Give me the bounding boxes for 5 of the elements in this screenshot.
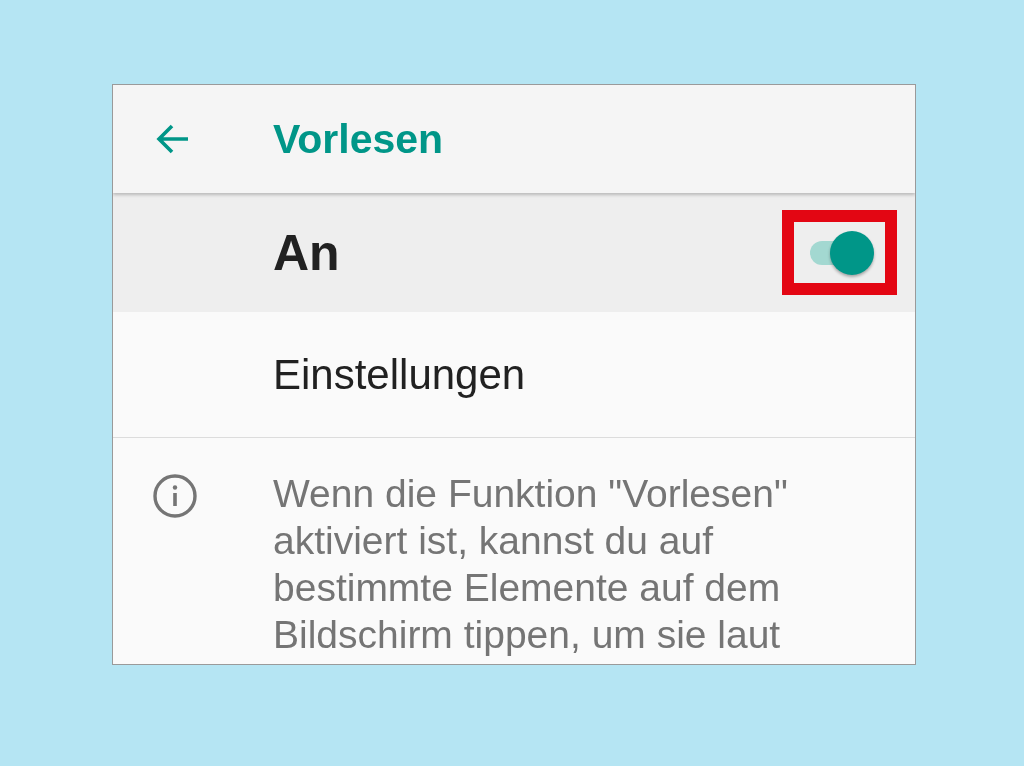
switch-label: An <box>273 223 340 282</box>
screen-title: Vorlesen <box>273 115 444 163</box>
info-icon <box>153 474 197 518</box>
info-text: Wenn die Funktion "Vorlesen" aktiviert ist, kannst du auf bestimmte Elemente auf dem Bildschirm tippen, um sie laut <box>273 471 788 658</box>
back-arrow-icon <box>156 124 190 154</box>
